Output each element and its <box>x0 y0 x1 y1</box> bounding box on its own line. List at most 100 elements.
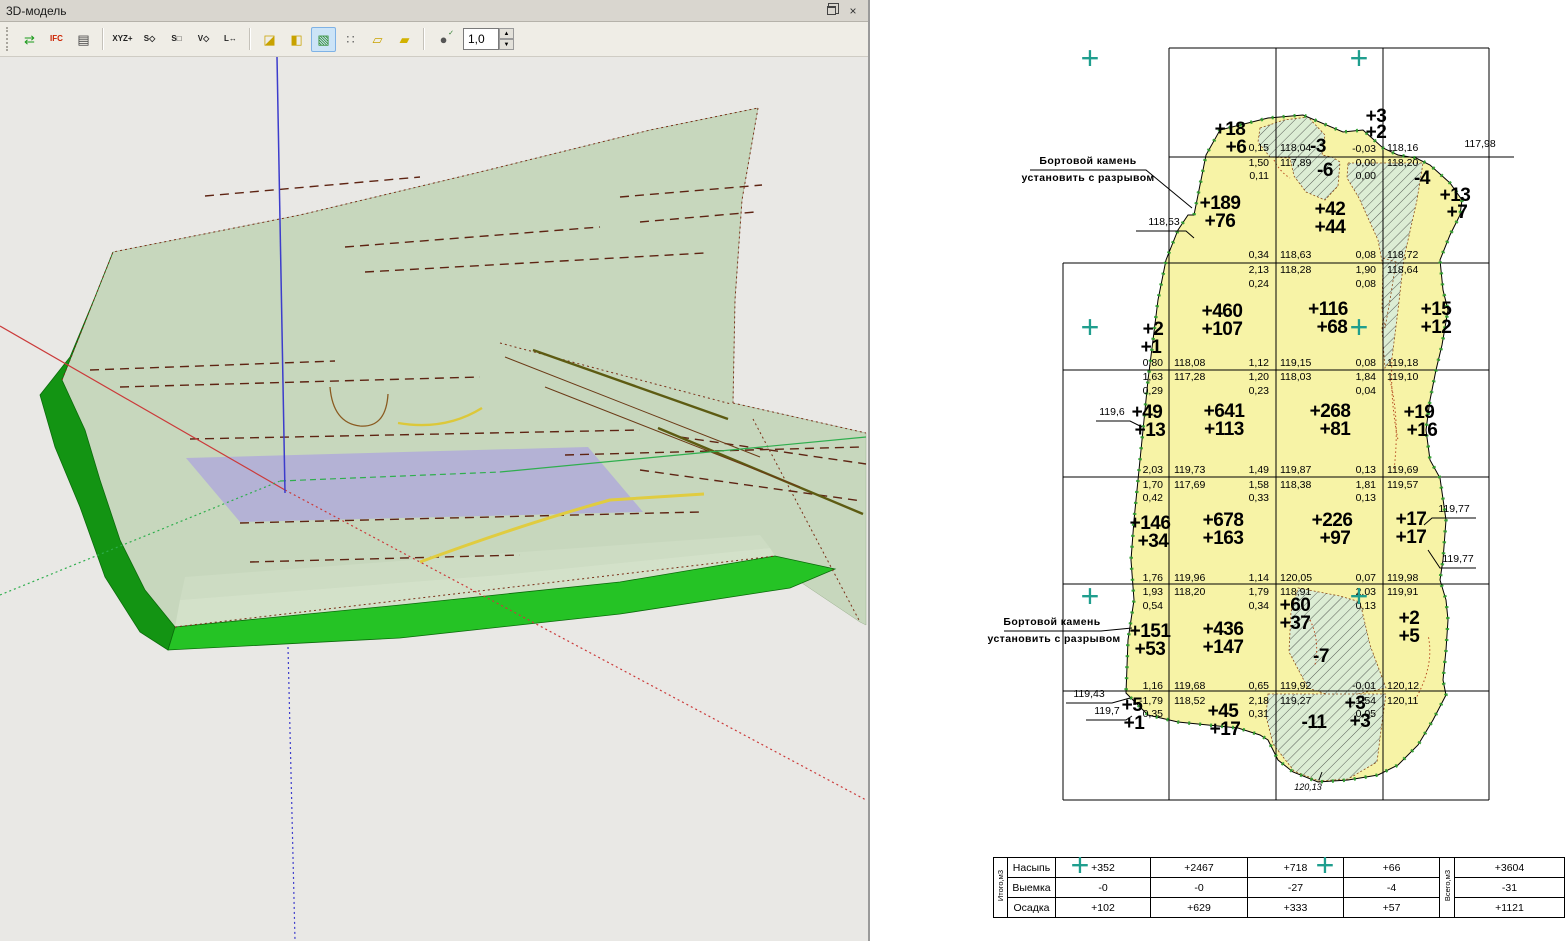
plan-label: 119,69 <box>1387 464 1418 476</box>
toolbar-v-volume-button[interactable]: V◇ <box>191 27 216 52</box>
plan-label: 118,20 <box>1174 586 1205 598</box>
plan-volume-value: +6 <box>1226 137 1247 159</box>
plan-volume-value: +34 <box>1138 531 1169 553</box>
extrude-tool-icon: ◧ <box>290 33 302 46</box>
plan-volume-value: +17 <box>1396 527 1427 549</box>
grid-cross-icon: + <box>1081 578 1100 615</box>
plan-volume-value: +76 <box>1205 211 1236 233</box>
plan-drawing[interactable] <box>870 0 1566 941</box>
xyz-point-icon: XYZ+ <box>112 35 132 43</box>
plan-label: 0,34 <box>1249 600 1269 612</box>
plan-label: 1,12 <box>1249 357 1269 369</box>
panel-titlebar[interactable]: 3D-модель × <box>0 0 868 22</box>
toolbar-grip[interactable] <box>6 27 10 51</box>
plan-label: 0,80 <box>1143 357 1163 369</box>
plan-volume-value: +13 <box>1135 420 1166 442</box>
toolbar-slab-outline-button[interactable]: ▱ <box>365 27 390 52</box>
slab-outline-icon: ▱ <box>373 33 383 46</box>
plan-volume-value: +97 <box>1320 528 1351 550</box>
toolbar-export-ifc-button[interactable]: IFC <box>44 27 69 52</box>
plan-label: 119,7 <box>1094 705 1120 717</box>
plan-label: 2,18 <box>1249 695 1269 707</box>
plan-label: 118,04 <box>1280 142 1311 154</box>
plan-label: 119,57 <box>1387 479 1418 491</box>
plan-volume-value: +1 <box>1124 713 1145 735</box>
toolbar-extrude-tool-button[interactable]: ◧ <box>284 27 309 52</box>
close-panel-button[interactable]: × <box>844 3 862 19</box>
plan-volume-value: +44 <box>1315 217 1346 239</box>
summary-cell: +57 <box>1344 898 1440 918</box>
summary-row: Осадка+102+629+333+57 +1121 <box>994 898 1565 918</box>
plan-label: 117,98 <box>1464 138 1495 150</box>
summary-cell: +629 <box>1151 898 1248 918</box>
wedge-tool-icon: ◪ <box>263 33 275 46</box>
plan-label: 120,11 <box>1387 695 1418 707</box>
export-ifc-icon: IFC <box>50 35 63 43</box>
toolbar-refresh-button[interactable]: ⇄ <box>17 27 42 52</box>
plan-label: 119,73 <box>1174 464 1205 476</box>
plan-label: 119,10 <box>1387 371 1418 383</box>
toolbar-s-area-button[interactable]: S□ <box>164 27 189 52</box>
plan-label: 117,28 <box>1174 371 1205 383</box>
toolbar-l-length-button[interactable]: L↔ <box>218 27 243 52</box>
plan-label: 118,72 <box>1387 249 1418 261</box>
float-window-button[interactable] <box>822 3 840 19</box>
plan-label: 0,15 <box>1249 142 1269 154</box>
l-length-icon: L↔ <box>224 35 237 43</box>
toolbar-xyz-point-button[interactable]: XYZ+ <box>110 27 135 52</box>
plan-label: 0,31 <box>1249 708 1269 720</box>
plan-volume-value: -11 <box>1302 712 1327 734</box>
s-area-icon: S□ <box>171 35 181 43</box>
toolbar-points-mode-button[interactable]: ∷ <box>338 27 363 52</box>
slab-solid-icon: ▰ <box>400 33 410 46</box>
scale-input[interactable] <box>463 28 499 50</box>
toolbar-sphere-display-button[interactable]: ●✓ <box>431 27 456 52</box>
toolbar-film-button[interactable]: ▤ <box>71 27 96 52</box>
summary-cell: +102 <box>1056 898 1151 918</box>
scale-up-button[interactable]: ▲ <box>499 28 514 39</box>
plan-label: 119,43 <box>1073 688 1104 700</box>
plan-volume-value: +37 <box>1280 613 1311 635</box>
plan-label: 0,35 <box>1143 708 1163 720</box>
summary-left-unit-label: Итого,м3 <box>994 858 1008 918</box>
plan-volume-value: +16 <box>1407 420 1438 442</box>
summary-total-cell: -31 <box>1455 878 1565 898</box>
3d-toolbar: ⇄ IFC ▤ XYZ+ S◇ S□ V◇ L↔ ◪ ◧ ▧ ∷ ▱ ▰ ●✓ ▲ ▼ <box>0 22 868 57</box>
plan-label: 119,91 <box>1387 586 1418 598</box>
plan-volume-value: +147 <box>1203 637 1244 659</box>
summary-total-cell: +3604 <box>1455 858 1565 878</box>
plan-label: 0,08 <box>1356 249 1376 261</box>
plan-label: 1,84 <box>1356 371 1376 383</box>
plan-label: 2,13 <box>1249 264 1269 276</box>
plan-volume-value: -4 <box>1414 168 1430 190</box>
toolbar-solid-model-button[interactable]: ▧ <box>311 27 336 52</box>
grid-cross-icon: + <box>1081 40 1100 77</box>
grid-cross-icon: + <box>1071 847 1090 884</box>
v-volume-icon: V◇ <box>198 35 210 43</box>
plan-volume-value: +53 <box>1135 639 1166 661</box>
toolbar-separator <box>102 28 104 50</box>
plan-label: 117,69 <box>1174 479 1205 491</box>
toolbar-s-volume-button[interactable]: S◇ <box>137 27 162 52</box>
scale-down-button[interactable]: ▼ <box>499 39 514 50</box>
plan-label: 0,13 <box>1356 464 1376 476</box>
plan-label: 119,18 <box>1387 357 1418 369</box>
toolbar-separator <box>249 28 251 50</box>
points-mode-icon: ∷ <box>346 33 354 46</box>
3d-viewport[interactable] <box>0 57 868 941</box>
toolbar-wedge-tool-button[interactable]: ◪ <box>257 27 282 52</box>
plan-volume-value: +17 <box>1210 719 1241 741</box>
plan-label: 117,89 <box>1280 157 1311 169</box>
plan-volume-value: +81 <box>1320 419 1351 441</box>
plan-label: 1,16 <box>1143 680 1163 692</box>
scale-spinner: ▲ ▼ <box>463 28 514 50</box>
plan-annotation: Бортовой камень <box>1003 616 1100 628</box>
toolbar-slab-solid-button[interactable]: ▰ <box>392 27 417 52</box>
plan-volume-value: -7 <box>1313 646 1329 668</box>
summary-cell: -4 <box>1344 878 1440 898</box>
summary-row-label: Осадка <box>1008 898 1056 918</box>
plan-label: 1,14 <box>1249 572 1269 584</box>
summary-total-cell: +1121 <box>1455 898 1565 918</box>
plan-annotation: установить с разрывом <box>1021 172 1154 184</box>
summary-cell: +333 <box>1248 898 1344 918</box>
